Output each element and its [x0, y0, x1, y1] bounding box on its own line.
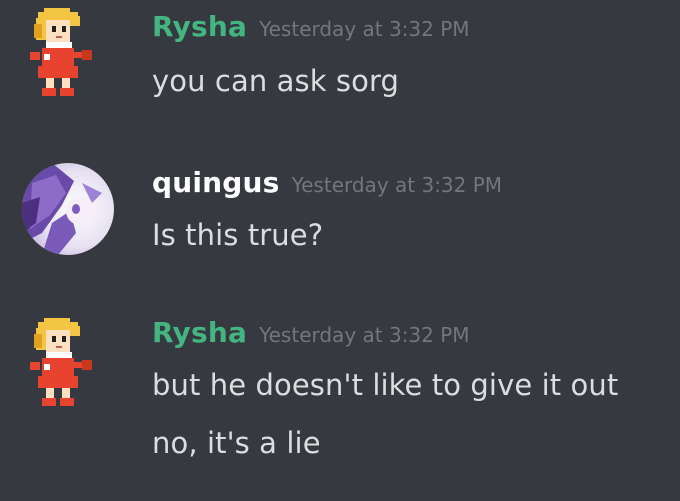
- timestamp[interactable]: Yesterday at 3:32 PM: [259, 323, 470, 347]
- message-header: quingus Yesterday at 3:32 PM: [152, 166, 502, 199]
- message-text: you can ask sorg: [152, 64, 399, 98]
- username[interactable]: Rysha: [152, 10, 247, 43]
- username[interactable]: quingus: [152, 166, 280, 199]
- username[interactable]: Rysha: [152, 316, 247, 349]
- pixel-girl-avatar-icon: [30, 8, 92, 96]
- chat-message-list: Rysha Yesterday at 3:32 PM you can ask so…: [0, 0, 680, 501]
- timestamp[interactable]: Yesterday at 3:32 PM: [259, 17, 470, 41]
- pixel-girl-avatar-icon: [30, 318, 92, 406]
- avatar[interactable]: [22, 8, 114, 100]
- message-header: Rysha Yesterday at 3:32 PM: [152, 10, 470, 43]
- timestamp[interactable]: Yesterday at 3:32 PM: [292, 173, 503, 197]
- message-text: but he doesn't like to give it out: [152, 368, 619, 402]
- avatar[interactable]: [22, 163, 114, 255]
- message-text: Is this true?: [152, 218, 324, 252]
- message-header: Rysha Yesterday at 3:32 PM: [152, 316, 470, 349]
- anime-character-avatar-icon: [22, 163, 114, 255]
- message-text: no, it's a lie: [152, 426, 321, 460]
- avatar[interactable]: [22, 318, 114, 410]
